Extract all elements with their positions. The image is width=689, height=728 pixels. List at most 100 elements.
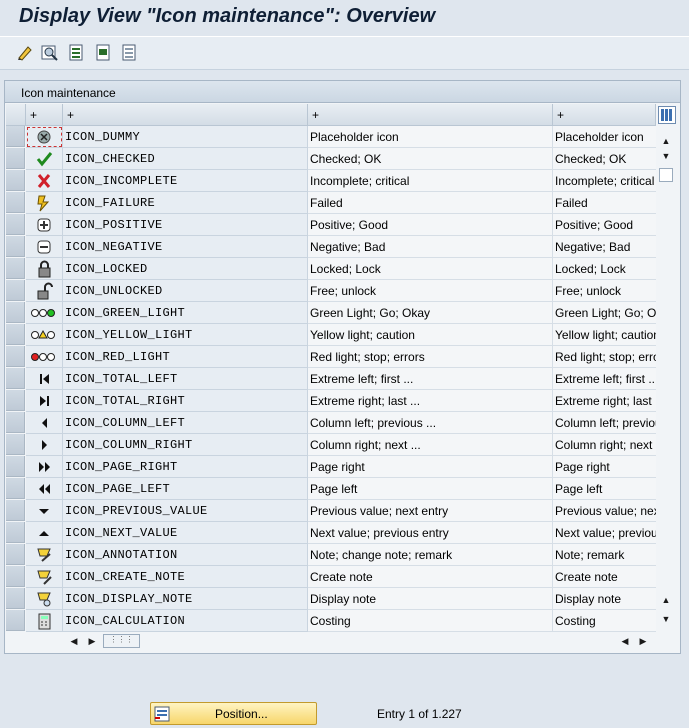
row-selector[interactable] bbox=[6, 610, 25, 631]
scroll-up-icon[interactable]: ▲ bbox=[659, 134, 673, 148]
table-row[interactable]: ICON_PREVIOUS_VALUE Previous value; next … bbox=[6, 500, 656, 522]
incomplete-icon bbox=[37, 174, 51, 188]
description-cell: Display note bbox=[308, 588, 553, 610]
description-cell: Green Light; Go; Okay bbox=[308, 302, 553, 324]
row-selector[interactable] bbox=[6, 390, 25, 411]
table-row[interactable]: ICON_FAILURE Failed Failed bbox=[6, 192, 656, 214]
icon-name-cell: ICON_POSITIVE bbox=[63, 214, 308, 236]
table-row[interactable]: ICON_UNLOCKED Free; unlock Free; unlock bbox=[6, 280, 656, 302]
deselect-all-icon[interactable] bbox=[121, 44, 139, 62]
table-row[interactable]: ICON_NEXT_VALUE Next value; previous entr… bbox=[6, 522, 656, 544]
icon-name-cell: ICON_NEGATIVE bbox=[63, 236, 308, 258]
table-row[interactable]: ICON_RED_LIGHT Red light; stop; errors Red… bbox=[6, 346, 656, 368]
icon-name-cell: ICON_UNLOCKED bbox=[63, 280, 308, 302]
description-cell: Next value; previous entry bbox=[308, 522, 553, 544]
row-selector[interactable] bbox=[6, 456, 25, 477]
select-block-icon[interactable] bbox=[95, 44, 113, 62]
table-row[interactable]: ICON_DUMMY Placeholder icon Placeholder ic… bbox=[6, 126, 656, 148]
scroll-thumb[interactable] bbox=[659, 168, 673, 182]
row-selector[interactable] bbox=[6, 522, 25, 543]
column-header-label: + bbox=[30, 108, 38, 122]
column-header[interactable]: + bbox=[308, 104, 553, 126]
table-row[interactable]: ICON_PAGE_RIGHT Page right Page right bbox=[6, 456, 656, 478]
table-row[interactable]: ICON_COLUMN_LEFT Column left; previous ..… bbox=[6, 412, 656, 434]
icon-name-cell: ICON_DISPLAY_NOTE bbox=[63, 588, 308, 610]
scroll-right-icon[interactable]: ▶ bbox=[85, 634, 99, 648]
negative-icon bbox=[37, 240, 51, 254]
column-header[interactable]: + bbox=[63, 104, 308, 126]
table-row[interactable]: ICON_DISPLAY_NOTE Display note Display not… bbox=[6, 588, 656, 610]
row-selector[interactable] bbox=[6, 258, 25, 279]
scroll-left-icon[interactable]: ◀ bbox=[618, 634, 632, 648]
table-row[interactable]: ICON_COLUMN_RIGHT Column right; next ... C… bbox=[6, 434, 656, 456]
row-selector[interactable] bbox=[6, 192, 25, 213]
icon-name-cell: ICON_COLUMN_LEFT bbox=[63, 412, 308, 434]
select-all-icon[interactable] bbox=[68, 44, 86, 62]
row-selector[interactable] bbox=[6, 368, 25, 389]
table-row[interactable]: ICON_CHECKED Checked; OK Checked; OK bbox=[6, 148, 656, 170]
table-row[interactable]: ICON_LOCKED Locked; Lock Locked; Lock bbox=[6, 258, 656, 280]
row-selector[interactable] bbox=[6, 170, 25, 191]
icon-cell bbox=[26, 148, 63, 170]
column-header[interactable]: + bbox=[26, 104, 63, 126]
row-selector[interactable] bbox=[6, 148, 25, 169]
table-row[interactable]: ICON_TOTAL_LEFT Extreme left; first ... Ex… bbox=[6, 368, 656, 390]
table-row[interactable]: ICON_TOTAL_RIGHT Extreme right; last ... E… bbox=[6, 390, 656, 412]
table-row[interactable]: ICON_GREEN_LIGHT Green Light; Go; Okay Gre… bbox=[6, 302, 656, 324]
table-row[interactable]: ICON_ANNOTATION Note; change note; remark… bbox=[6, 544, 656, 566]
row-selector[interactable] bbox=[6, 434, 25, 455]
table-row[interactable]: ICON_CREATE_NOTE Create note Create note bbox=[6, 566, 656, 588]
icon-cell bbox=[26, 192, 63, 214]
table-row[interactable]: ICON_INCOMPLETE Incomplete; critical Incom… bbox=[6, 170, 656, 192]
position-button-label: Position... bbox=[215, 707, 268, 721]
row-selector[interactable] bbox=[6, 280, 25, 301]
row-selector[interactable] bbox=[6, 500, 25, 521]
panel-header: Icon maintenance bbox=[5, 81, 680, 103]
scroll-page-up-icon[interactable]: ▲ bbox=[659, 593, 673, 607]
short-description-cell: Locked; Lock bbox=[553, 258, 656, 280]
scroll-down-icon[interactable]: ▼ bbox=[659, 149, 673, 163]
icon-cell bbox=[26, 588, 63, 610]
row-selector[interactable] bbox=[6, 126, 25, 147]
find-icon[interactable] bbox=[41, 44, 59, 62]
short-description-cell: Extreme right; last ... bbox=[553, 390, 656, 412]
short-description-cell: Yellow light; caution bbox=[553, 324, 656, 346]
short-description-cell: Placeholder icon bbox=[553, 126, 656, 148]
horizontal-scrollbar[interactable]: ◀ ▶ ⋮⋮⋮ ◀ ▶ bbox=[63, 632, 653, 650]
row-selector[interactable] bbox=[6, 214, 25, 235]
row-selector[interactable] bbox=[6, 544, 25, 565]
scroll-right-icon[interactable]: ▶ bbox=[636, 634, 650, 648]
icon-cell bbox=[26, 258, 63, 280]
row-selector[interactable] bbox=[6, 324, 25, 345]
table-settings-icon[interactable] bbox=[658, 106, 676, 124]
table-row[interactable]: ICON_POSITIVE Positive; Good Positive; Goo… bbox=[6, 214, 656, 236]
page-left-icon bbox=[39, 484, 50, 494]
table-row[interactable]: ICON_YELLOW_LIGHT Yellow light; caution Ye… bbox=[6, 324, 656, 346]
row-selector[interactable] bbox=[6, 236, 25, 257]
column-header[interactable]: + bbox=[553, 104, 656, 126]
row-selector[interactable] bbox=[6, 478, 25, 499]
table-row[interactable]: ICON_CALCULATION Costing Costing bbox=[6, 610, 656, 632]
row-selector[interactable] bbox=[6, 588, 25, 609]
display-change-icon[interactable] bbox=[16, 44, 34, 62]
row-selector[interactable] bbox=[6, 412, 25, 433]
select-all-header[interactable] bbox=[6, 104, 26, 126]
icon-cell bbox=[26, 566, 63, 588]
vertical-scrollbar[interactable]: ▲ ▼ ▲ ▼ bbox=[656, 104, 676, 631]
scroll-left-icon[interactable]: ◀ bbox=[67, 634, 81, 648]
icon-cell bbox=[26, 412, 63, 434]
total-right-icon bbox=[40, 396, 49, 406]
short-description-cell: Display note bbox=[553, 588, 656, 610]
locked-icon bbox=[38, 260, 51, 278]
horizontal-scroll-thumb[interactable]: ⋮⋮⋮ bbox=[103, 634, 140, 648]
scroll-page-down-icon[interactable]: ▼ bbox=[659, 612, 673, 626]
row-selector[interactable] bbox=[6, 346, 25, 367]
position-button[interactable]: Position... bbox=[150, 702, 317, 725]
row-selector[interactable] bbox=[6, 566, 25, 587]
icon-name-cell: ICON_DUMMY bbox=[63, 126, 308, 148]
row-selector[interactable] bbox=[6, 302, 25, 323]
table-row[interactable]: ICON_PAGE_LEFT Page left Page left bbox=[6, 478, 656, 500]
status-area bbox=[0, 655, 689, 728]
icon-name-cell: ICON_PAGE_RIGHT bbox=[63, 456, 308, 478]
table-row[interactable]: ICON_NEGATIVE Negative; Bad Negative; Bad bbox=[6, 236, 656, 258]
